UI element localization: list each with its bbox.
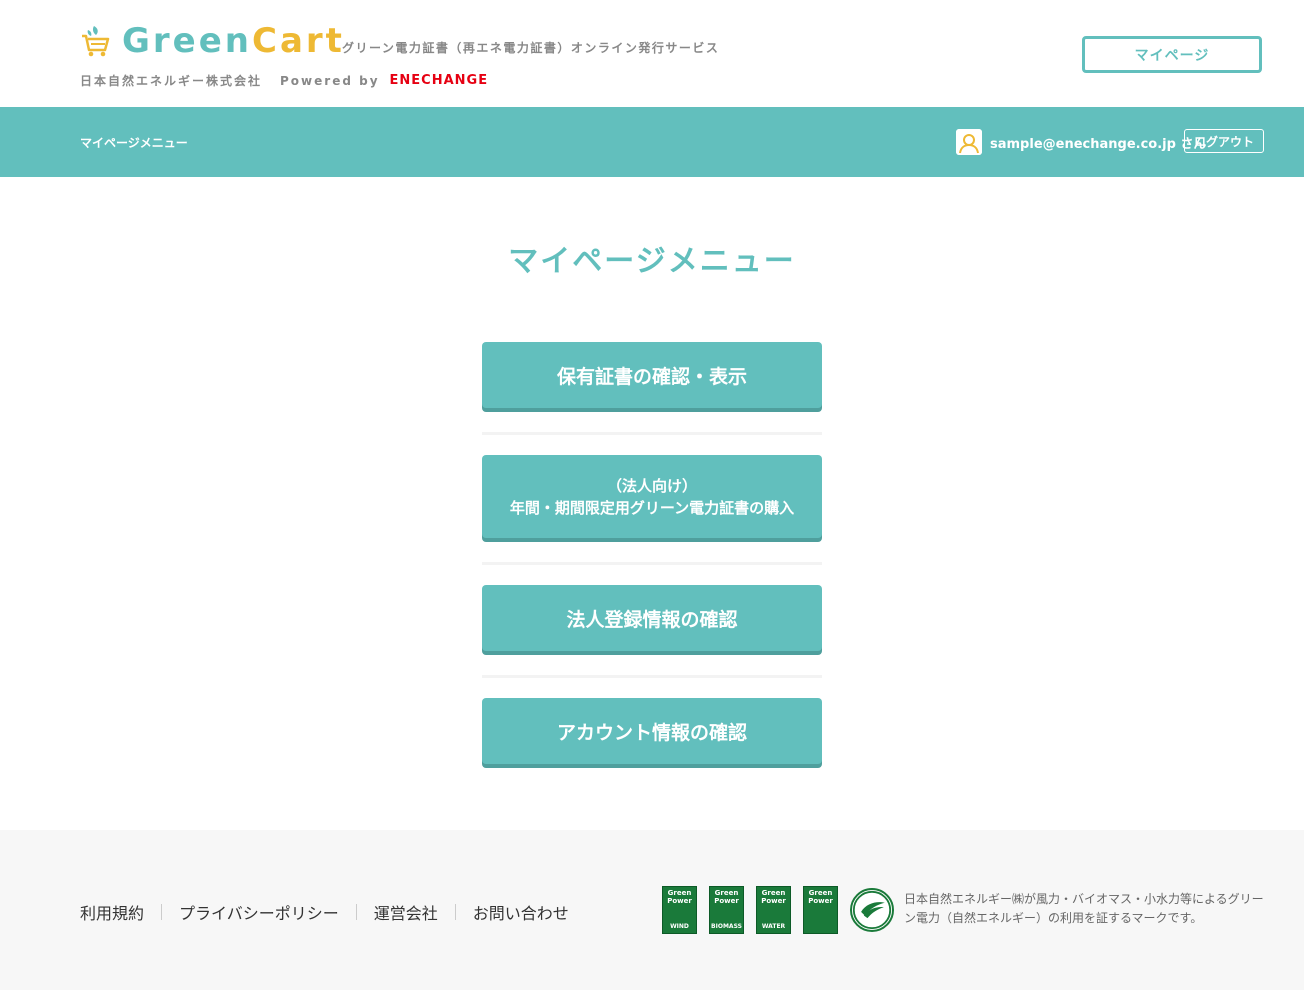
terms-link[interactable]: 利用規約 <box>80 900 144 924</box>
company-name: 日本自然エネルギー株式会社 <box>80 74 263 88</box>
mark-label: Green Power <box>714 889 739 905</box>
link-divider <box>161 904 163 920</box>
account-info-button[interactable]: アカウント情報の確認 <box>482 698 822 764</box>
site-header: GreenCart グリーン電力証書（再エネ電力証書）オンライン発行サービス 日… <box>0 0 1304 107</box>
mypage-button[interactable]: マイページ <box>1082 36 1262 73</box>
marks-description: 日本自然エネルギー㈱が風力・バイオマス・小水力等によるグリーン電力（自然エネルギ… <box>904 892 1264 925</box>
powered-by-label: Powered by <box>280 73 380 88</box>
green-power-marks: Green Power WIND Green Power BIOMASS Gre… <box>662 886 894 934</box>
green-power-wind-mark: Green Power WIND <box>662 886 697 934</box>
button-label-line2: 年間・期間限定用グリーン電力証書の購入 <box>509 498 795 517</box>
green-power-mark: Green Power <box>803 886 838 934</box>
user-bar: マイページメニュー sample@enechange.co.jp さん ログアウ… <box>0 107 1304 177</box>
button-label: アカウント情報の確認 <box>556 721 747 744</box>
button-label: 法人登録情報の確認 <box>566 608 738 631</box>
mark-type: WIND <box>670 923 689 930</box>
menu-divider <box>482 562 822 565</box>
link-divider <box>454 904 456 920</box>
button-label: 保有証書の確認・表示 <box>556 365 747 388</box>
link-divider <box>355 904 357 920</box>
menu-divider <box>482 675 822 678</box>
logo-text: GreenCart <box>122 21 345 61</box>
button-label-line1: （法人向け） <box>606 476 697 495</box>
enechange-logo: ENECHANGE <box>389 73 489 88</box>
logout-button[interactable]: ログアウト <box>1184 129 1264 153</box>
page-title: マイページメニュー <box>508 244 796 279</box>
bar-title: マイページメニュー <box>80 136 188 150</box>
contact-link[interactable]: お問い合わせ <box>473 900 569 924</box>
user-icon <box>956 129 982 155</box>
mark-label: Green Power <box>667 889 692 905</box>
green-power-biomass-mark: Green Power BIOMASS <box>709 886 744 934</box>
mark-label: Green Power <box>808 889 833 905</box>
view-certificates-button[interactable]: 保有証書の確認・表示 <box>482 342 822 408</box>
menu-divider <box>482 432 822 435</box>
green-power-round-mark <box>850 888 894 932</box>
user-email: sample@enechange.co.jp さん <box>990 137 1207 152</box>
corporate-info-button[interactable]: 法人登録情報の確認 <box>482 585 822 651</box>
greencart-logo[interactable]: GreenCart <box>80 22 345 60</box>
site-footer: 利用規約 プライバシーポリシー 運営会社 お問い合わせ Green Power … <box>0 830 1304 990</box>
mark-label: Green Power <box>761 889 786 905</box>
privacy-link[interactable]: プライバシーポリシー <box>179 900 339 924</box>
service-tagline: グリーン電力証書（再エネ電力証書）オンライン発行サービス <box>342 41 720 55</box>
mark-type: WATER <box>761 923 786 930</box>
footer-links: 利用規約 プライバシーポリシー 運営会社 お問い合わせ <box>80 900 569 924</box>
green-power-water-mark: Green Power WATER <box>756 886 791 934</box>
cart-icon <box>82 26 110 57</box>
company-link[interactable]: 運営会社 <box>374 900 438 924</box>
purchase-certificates-button[interactable]: （法人向け） 年間・期間限定用グリーン電力証書の購入 <box>482 455 822 538</box>
company-line: 日本自然エネルギー株式会社 Powered by ENECHANGE <box>80 72 488 89</box>
mark-type: BIOMASS <box>711 923 742 930</box>
